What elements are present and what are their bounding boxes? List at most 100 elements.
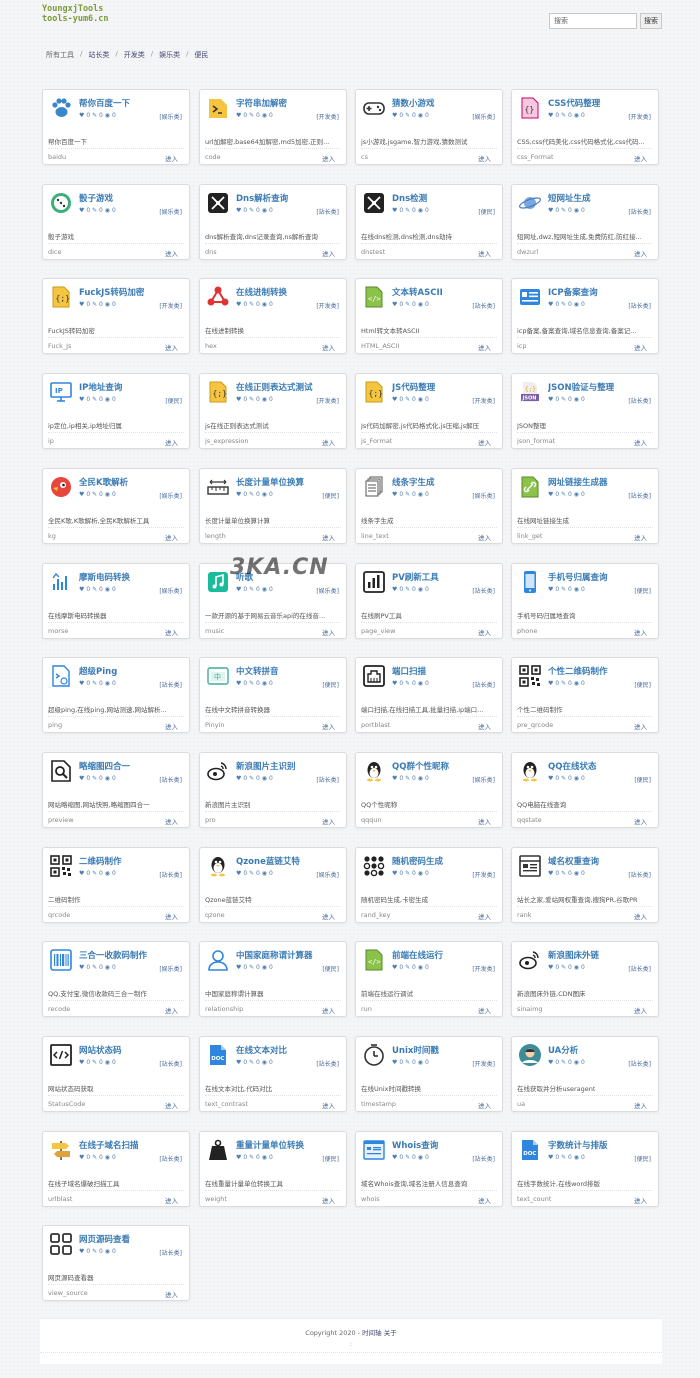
tool-card[interactable]: 帮你百度一下 ♥ 0 ✎ 0 ◉ 0 [娱乐类] 帮你百度一下 baidu 进入 xyxy=(42,89,190,165)
breadcrumb-entertainment[interactable]: 娱乐类 xyxy=(159,50,180,60)
enter-link[interactable]: 进入 xyxy=(322,627,335,637)
tool-category[interactable]: [便民] xyxy=(634,775,651,784)
heart-icon[interactable]: ♥ xyxy=(392,301,397,308)
enter-link[interactable]: 进入 xyxy=(322,153,335,163)
enter-link[interactable]: 进入 xyxy=(478,1100,491,1110)
tool-title[interactable]: Qzone蓝链艾特 xyxy=(236,855,300,867)
tool-category[interactable]: [站长类] xyxy=(628,207,651,216)
tool-title[interactable]: 三合一收款码制作 xyxy=(79,949,147,961)
breadcrumb-dev[interactable]: 开发类 xyxy=(124,50,145,60)
heart-icon[interactable]: ♥ xyxy=(236,1154,241,1161)
tool-category[interactable]: [站长类] xyxy=(628,491,651,500)
heart-icon[interactable]: ♥ xyxy=(548,301,553,308)
tool-category[interactable]: [站长类] xyxy=(628,301,651,310)
heart-icon[interactable]: ♥ xyxy=(548,964,553,971)
tool-category[interactable]: [便民] xyxy=(634,680,651,689)
tool-title[interactable]: PV刷新工具 xyxy=(392,571,439,583)
enter-link[interactable]: 进入 xyxy=(322,532,335,542)
heart-icon[interactable]: ♥ xyxy=(236,775,241,782)
tool-card[interactable]: 随机密码生成 ♥ 0 ✎ 0 ◉ 0 [开发类] 随机密码生成,卡密生成 ran… xyxy=(355,847,503,923)
tool-category[interactable]: [站长类] xyxy=(316,1059,339,1068)
tool-category[interactable]: [站长类] xyxy=(159,1154,182,1163)
heart-icon[interactable]: ♥ xyxy=(548,1059,553,1066)
tool-card[interactable]: QQ在线状态 ♥ 0 ✎ 0 ◉ 0 [便民] QQ电脑在线查询 qqstate… xyxy=(511,752,659,828)
tool-title[interactable]: 端口扫描 xyxy=(392,665,426,677)
heart-icon[interactable]: ♥ xyxy=(392,775,397,782)
enter-link[interactable]: 进入 xyxy=(478,721,491,731)
tool-category[interactable]: [站长类] xyxy=(159,870,182,879)
tool-card[interactable]: UA分析 ♥ 0 ✎ 0 ◉ 0 [站长类] 在线获取并分析useragent … xyxy=(511,1036,659,1112)
tool-card[interactable]: 新浪图床外链 ♥ 0 ✎ 0 ◉ 0 [站长类] 新浪图床外链,CDN图床 si… xyxy=(511,941,659,1017)
search-button[interactable]: 搜索 xyxy=(640,13,662,29)
tool-title[interactable]: 个性二维码制作 xyxy=(548,665,608,677)
tool-category[interactable]: [站长类] xyxy=(472,586,495,595)
tool-card[interactable]: </> 前端在线运行 ♥ 0 ✎ 0 ◉ 0 [开发类] 前端在线运行调试 ru… xyxy=(355,941,503,1017)
tool-title[interactable]: 新浪图床外链 xyxy=(548,949,599,961)
tool-category[interactable]: [站长类] xyxy=(159,1059,182,1068)
tool-card[interactable]: Dns解析查询 ♥ 0 ✎ 0 ◉ 0 [站长类] dns解析查询,dns记录查… xyxy=(199,184,347,260)
heart-icon[interactable]: ♥ xyxy=(392,680,397,687)
heart-icon[interactable]: ♥ xyxy=(548,775,553,782)
heart-icon[interactable]: ♥ xyxy=(548,1154,553,1161)
tool-category[interactable]: [娱乐类] xyxy=(159,964,182,973)
enter-link[interactable]: 进入 xyxy=(478,816,491,826)
enter-link[interactable]: 进入 xyxy=(478,342,491,352)
heart-icon[interactable]: ♥ xyxy=(548,491,553,498)
heart-icon[interactable]: ♥ xyxy=(548,870,553,877)
tool-category[interactable]: [娱乐类] xyxy=(159,207,182,216)
enter-link[interactable]: 进入 xyxy=(165,1100,178,1110)
tool-card[interactable]: IP IP地址查询 ♥ 0 ✎ 0 ◉ 0 [便民] ip定位,ip相关,ip地… xyxy=(42,373,190,449)
tool-title[interactable]: 在线正则表达式测试 xyxy=(236,381,313,393)
tool-title[interactable]: 在线子域名扫描 xyxy=(79,1139,139,1151)
heart-icon[interactable]: ♥ xyxy=(79,112,84,119)
tool-category[interactable]: [便民] xyxy=(634,586,651,595)
enter-link[interactable]: 进入 xyxy=(634,1195,647,1205)
tool-title[interactable]: QQ在线状态 xyxy=(548,760,596,772)
tool-title[interactable]: QQ群个性昵称 xyxy=(392,760,449,772)
tool-card[interactable]: DOC 在线文本对比 ♥ 0 ✎ 0 ◉ 0 [站长类] 在线文本对比,代码对比… xyxy=(199,1036,347,1112)
tool-category[interactable]: [娱乐类] xyxy=(472,491,495,500)
heart-icon[interactable]: ♥ xyxy=(236,680,241,687)
tool-category[interactable]: [娱乐类] xyxy=(159,112,182,121)
tool-card[interactable]: Unix时间戳 ♥ 0 ✎ 0 ◉ 0 [开发类] 在线Unix时间戳转换 ti… xyxy=(355,1036,503,1112)
tool-card[interactable]: 骰子游戏 ♥ 0 ✎ 0 ◉ 0 [娱乐类] 骰子游戏 dice 进入 xyxy=(42,184,190,260)
tool-category[interactable]: [娱乐类] xyxy=(472,775,495,784)
tool-card[interactable]: {;} JS代码整理 ♥ 0 ✎ 0 ◉ 0 [开发类] Js代码加解密,js代… xyxy=(355,373,503,449)
enter-link[interactable]: 进入 xyxy=(322,248,335,258)
enter-link[interactable]: 进入 xyxy=(322,1005,335,1015)
tool-category[interactable]: [站长类] xyxy=(472,301,495,310)
enter-link[interactable]: 进入 xyxy=(478,1005,491,1015)
heart-icon[interactable]: ♥ xyxy=(79,207,84,214)
heart-icon[interactable]: ♥ xyxy=(548,207,553,214)
tool-card[interactable]: 字符串加解密 ♥ 0 ✎ 0 ◉ 0 [开发类] url加解密,base64加解… xyxy=(199,89,347,165)
tool-card[interactable]: 全民K歌解析 ♥ 0 ✎ 0 ◉ 0 [娱乐类] 全民K歌,K歌解析,全民K歌解… xyxy=(42,468,190,544)
tool-title[interactable]: 略缩图四合一 xyxy=(79,760,130,772)
tool-card[interactable]: DOC 字数统计与排版 ♥ 0 ✎ 0 ◉ 0 [便民] 在线字数统计,在线wo… xyxy=(511,1131,659,1207)
tool-title[interactable]: CSS代码整理 xyxy=(548,97,600,109)
tool-category[interactable]: [娱乐类] xyxy=(472,112,495,121)
enter-link[interactable]: 进入 xyxy=(165,153,178,163)
tool-category[interactable]: [便民] xyxy=(322,1154,339,1163)
tool-title[interactable]: 新浪图片主识别 xyxy=(236,760,296,772)
tool-card[interactable]: </> 文本转ASCII ♥ 0 ✎ 0 ◉ 0 [站长类] Html转文本转A… xyxy=(355,278,503,354)
enter-link[interactable]: 进入 xyxy=(478,153,491,163)
tool-category[interactable]: [便民] xyxy=(478,207,495,216)
tool-title[interactable]: 超级Ping xyxy=(79,665,117,677)
enter-link[interactable]: 进入 xyxy=(478,437,491,447)
heart-icon[interactable]: ♥ xyxy=(392,870,397,877)
tool-card[interactable]: 超级Ping ♥ 0 ✎ 0 ◉ 0 [站长类] 超级ping,在线ping,网… xyxy=(42,657,190,733)
heart-icon[interactable]: ♥ xyxy=(392,586,397,593)
enter-link[interactable]: 进入 xyxy=(634,342,647,352)
tool-title[interactable]: 网址链接生成器 xyxy=(548,476,608,488)
enter-link[interactable]: 进入 xyxy=(165,1289,178,1299)
tool-category[interactable]: [开发类] xyxy=(316,396,339,405)
enter-link[interactable]: 进入 xyxy=(634,437,647,447)
heart-icon[interactable]: ♥ xyxy=(236,396,241,403)
enter-link[interactable]: 进入 xyxy=(165,1005,178,1015)
tool-title[interactable]: 中国家庭称谓计算器 xyxy=(236,949,313,961)
tool-card[interactable]: 中国家庭称谓计算器 ♥ 0 ✎ 0 ◉ 0 [便民] 中国家庭称谓计算器 rel… xyxy=(199,941,347,1017)
tool-card[interactable]: 二维码制作 ♥ 0 ✎ 0 ◉ 0 [站长类] 二维码制作 qrcode 进入 xyxy=(42,847,190,923)
enter-link[interactable]: 进入 xyxy=(634,153,647,163)
enter-link[interactable]: 进入 xyxy=(322,437,335,447)
tool-title[interactable]: 文本转ASCII xyxy=(392,286,443,298)
